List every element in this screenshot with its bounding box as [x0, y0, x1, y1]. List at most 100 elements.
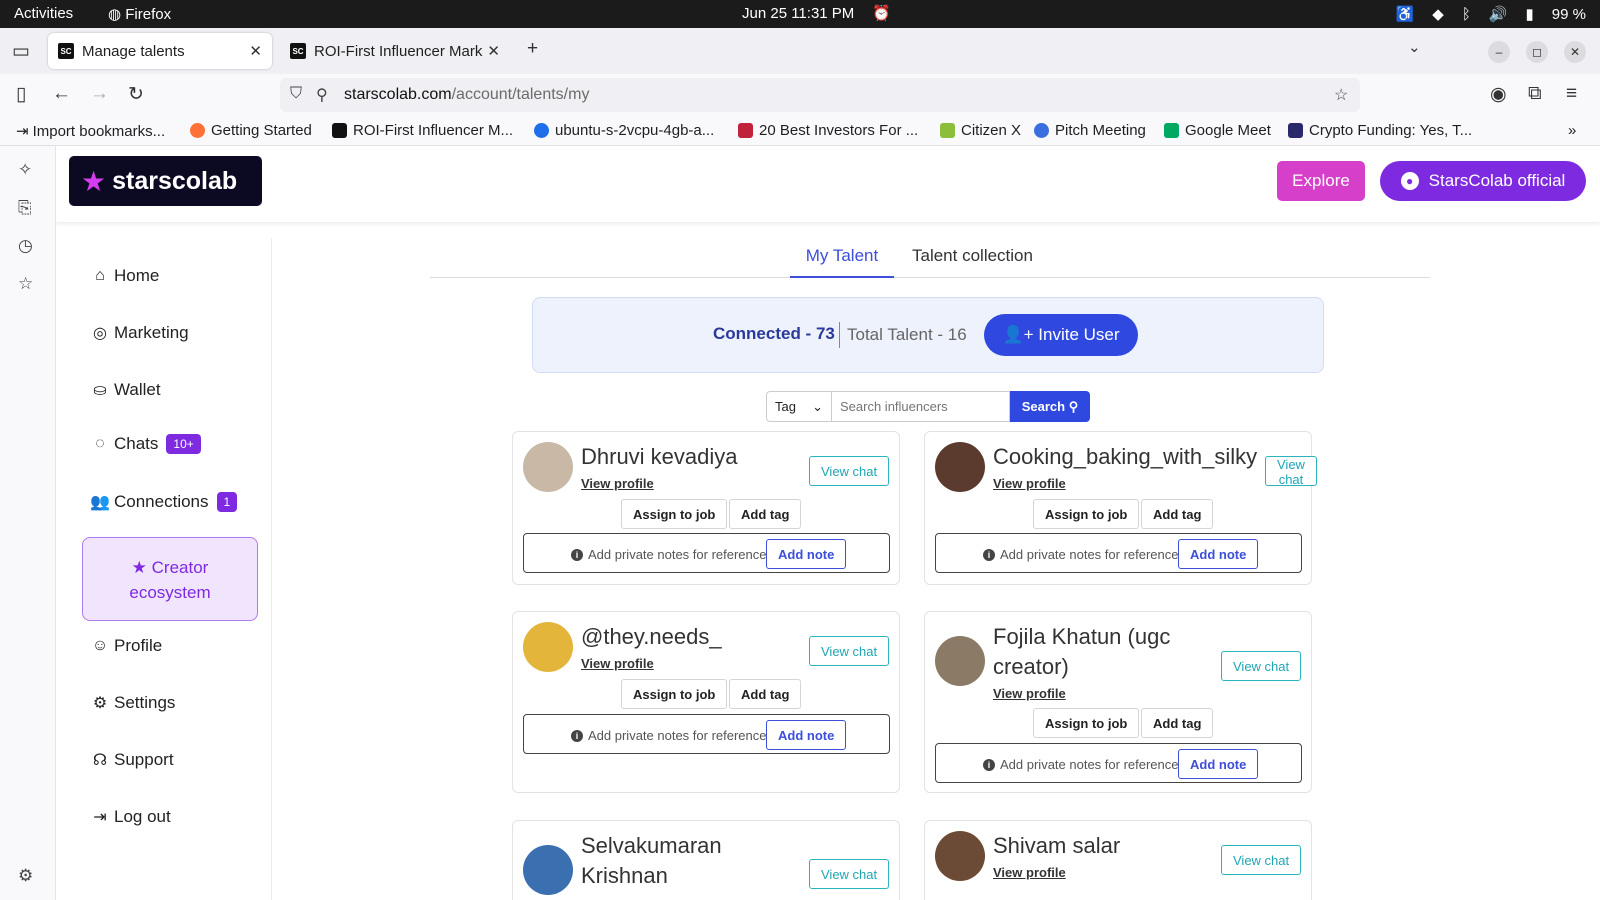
- tab-manage-talents[interactable]: SC Manage talents ✕: [48, 33, 272, 69]
- bookmark-crypto-funding[interactable]: Crypto Funding: Yes, T...: [1288, 122, 1472, 139]
- notes-hint: i Add private notes for reference: [983, 547, 1179, 562]
- account-button[interactable]: ● StarsColab official: [1380, 161, 1586, 201]
- bookmark-citizen-x[interactable]: Citizen X: [940, 122, 1021, 139]
- avatar[interactable]: [935, 442, 985, 492]
- view-chat-button[interactable]: View chat: [809, 636, 890, 666]
- sidebar-item-creator-ecosystem[interactable]: ★ Creator ecosystem: [82, 537, 258, 621]
- starscolab-logo[interactable]: ★ starscolab: [69, 156, 262, 206]
- site-header: ★ starscolab Explore ● StarsColab offici…: [56, 146, 1600, 222]
- sidebar-item-home[interactable]: ⌂ Home: [90, 266, 159, 286]
- shield-icon[interactable]: ⛉: [290, 85, 302, 103]
- url-bar[interactable]: ⛉ ⚲ starscolab.com/account/talents/my ☆: [280, 78, 1360, 112]
- page-info-icon[interactable]: ⚲: [316, 85, 328, 105]
- view-chat-button[interactable]: View chat: [1221, 651, 1302, 681]
- avatar[interactable]: [523, 622, 573, 672]
- assign-to-job-button[interactable]: Assign to job: [621, 679, 728, 709]
- close-tab-icon[interactable]: ✕: [487, 42, 500, 60]
- sidebar-item-profile[interactable]: ☺ Profile: [90, 636, 162, 656]
- add-note-button[interactable]: Add note: [766, 539, 847, 569]
- view-profile-link[interactable]: View profile: [993, 686, 1066, 701]
- sidebar-item-connections[interactable]: 👥 Connections 1: [90, 492, 238, 512]
- bookmark-getting-started[interactable]: Getting Started: [190, 122, 312, 139]
- avatar[interactable]: [523, 845, 573, 895]
- bookmarks-star-icon[interactable]: ☆: [18, 274, 33, 294]
- view-chat-button[interactable]: View chat: [809, 859, 890, 889]
- tab-talent-collection[interactable]: Talent collection: [912, 246, 1033, 278]
- tab-my-talent[interactable]: My Talent: [790, 246, 894, 278]
- view-profile-link[interactable]: View profile: [581, 476, 654, 491]
- extensions-icon[interactable]: ⧉: [1528, 83, 1542, 105]
- list-tabs-chevron-icon[interactable]: ⌄: [1408, 38, 1421, 56]
- sidebar-item-settings[interactable]: ⚙ Settings: [90, 693, 176, 713]
- bookmark-roi-first[interactable]: ROI-First Influencer M...: [332, 122, 513, 139]
- menu-icon[interactable]: ≡: [1566, 83, 1577, 105]
- history-icon[interactable]: ◷: [18, 236, 33, 256]
- reload-icon[interactable]: ↻: [128, 83, 144, 106]
- tab-overview-icon[interactable]: ▭: [12, 40, 30, 63]
- assign-to-job-button[interactable]: Assign to job: [621, 499, 728, 529]
- close-window-icon[interactable]: ✕: [1564, 41, 1586, 63]
- clock[interactable]: Jun 25 11:31 PM: [742, 5, 854, 22]
- sidebar-toggle-icon[interactable]: ▯: [16, 83, 26, 106]
- talent-card: Dhruvi kevadiya View profile View chat A…: [512, 431, 900, 585]
- more-bookmarks-icon[interactable]: »: [1568, 122, 1576, 139]
- view-chat-button[interactable]: View chat: [809, 456, 890, 486]
- add-tag-button[interactable]: Add tag: [1141, 708, 1214, 738]
- bookmark-google-meet[interactable]: Google Meet: [1164, 122, 1271, 139]
- assign-to-job-button[interactable]: Assign to job: [1033, 708, 1140, 738]
- firefox-icon: [190, 123, 205, 138]
- add-tag-button[interactable]: Add tag: [729, 679, 802, 709]
- back-arrow-icon[interactable]: ←: [52, 83, 71, 105]
- wifi-icon: ◆: [1432, 6, 1444, 23]
- firefox-app-label[interactable]: ◍ Firefox: [108, 5, 171, 23]
- avatar[interactable]: [935, 636, 985, 686]
- bookmark-star-icon[interactable]: ☆: [1334, 85, 1348, 105]
- url-text[interactable]: starscolab.com/account/talents/my: [344, 86, 589, 104]
- bookmark-import[interactable]: ⇥ Import bookmarks...: [16, 122, 165, 141]
- add-note-button[interactable]: Add note: [766, 720, 847, 750]
- view-profile-link[interactable]: View profile: [993, 865, 1066, 880]
- view-profile-link[interactable]: View profile: [581, 656, 654, 671]
- forward-arrow-icon[interactable]: →: [90, 83, 109, 105]
- minimize-icon[interactable]: –: [1488, 41, 1510, 63]
- assign-to-job-button[interactable]: Assign to job: [1033, 499, 1140, 529]
- sidebar-item-wallet[interactable]: ⛀ Wallet: [90, 380, 160, 400]
- sidebar-label: Log out: [114, 807, 171, 826]
- pitch-icon: [1034, 123, 1049, 138]
- talent-name-line2: creator): [993, 654, 1069, 679]
- avatar[interactable]: [523, 442, 573, 492]
- invite-user-button[interactable]: 👤+ Invite User: [984, 314, 1138, 356]
- bookmark-ubuntu[interactable]: ubuntu-s-2vcpu-4gb-a...: [534, 122, 714, 139]
- add-note-button[interactable]: Add note: [1178, 749, 1259, 779]
- ai-chatbot-icon[interactable]: ✧: [18, 160, 32, 180]
- sidebar-item-logout[interactable]: ⇥ Log out: [90, 807, 171, 827]
- system-tray[interactable]: ♿ ◆ ᛒ 🔊 ▮ 99 %: [1396, 5, 1586, 24]
- view-profile-link[interactable]: View profile: [993, 476, 1066, 491]
- sidebar-item-marketing[interactable]: ◎ Marketing: [90, 323, 189, 343]
- sidebar-item-support[interactable]: ☊ Support: [90, 750, 174, 770]
- bookmark-investors[interactable]: 20 Best Investors For ...: [738, 122, 918, 139]
- add-tag-button[interactable]: Add tag: [729, 499, 802, 529]
- add-tag-button[interactable]: Add tag: [1141, 499, 1214, 529]
- view-chat-button[interactable]: View chat: [1265, 456, 1317, 487]
- explore-button[interactable]: Explore: [1277, 161, 1365, 201]
- synced-tabs-icon[interactable]: ⎘: [18, 198, 32, 218]
- search-input[interactable]: [832, 391, 1010, 422]
- tag-select[interactable]: Tag ⌄: [766, 391, 832, 422]
- customize-gear-icon[interactable]: ⚙: [18, 866, 33, 886]
- tab-roi-first[interactable]: SC ROI-First Influencer Mark ✕: [280, 33, 510, 69]
- avatar[interactable]: [935, 831, 985, 881]
- close-tab-icon[interactable]: ✕: [249, 42, 262, 60]
- bookmark-pitch-meeting[interactable]: Pitch Meeting: [1034, 122, 1146, 139]
- info-icon: i: [571, 548, 583, 561]
- new-tab-icon[interactable]: +: [527, 38, 538, 60]
- view-chat-button[interactable]: View chat: [1221, 845, 1302, 875]
- activities-button[interactable]: Activities: [14, 5, 73, 22]
- search-button[interactable]: Search ⚲: [1010, 391, 1090, 422]
- add-note-button[interactable]: Add note: [1178, 539, 1259, 569]
- info-icon: i: [571, 729, 583, 742]
- account-icon[interactable]: ◉: [1490, 83, 1507, 106]
- sidebar-item-chats[interactable]: ◌ Chats 10+: [90, 434, 201, 454]
- restore-icon[interactable]: ◻: [1526, 41, 1548, 63]
- talent-name-line1: Selvakumaran: [581, 833, 722, 858]
